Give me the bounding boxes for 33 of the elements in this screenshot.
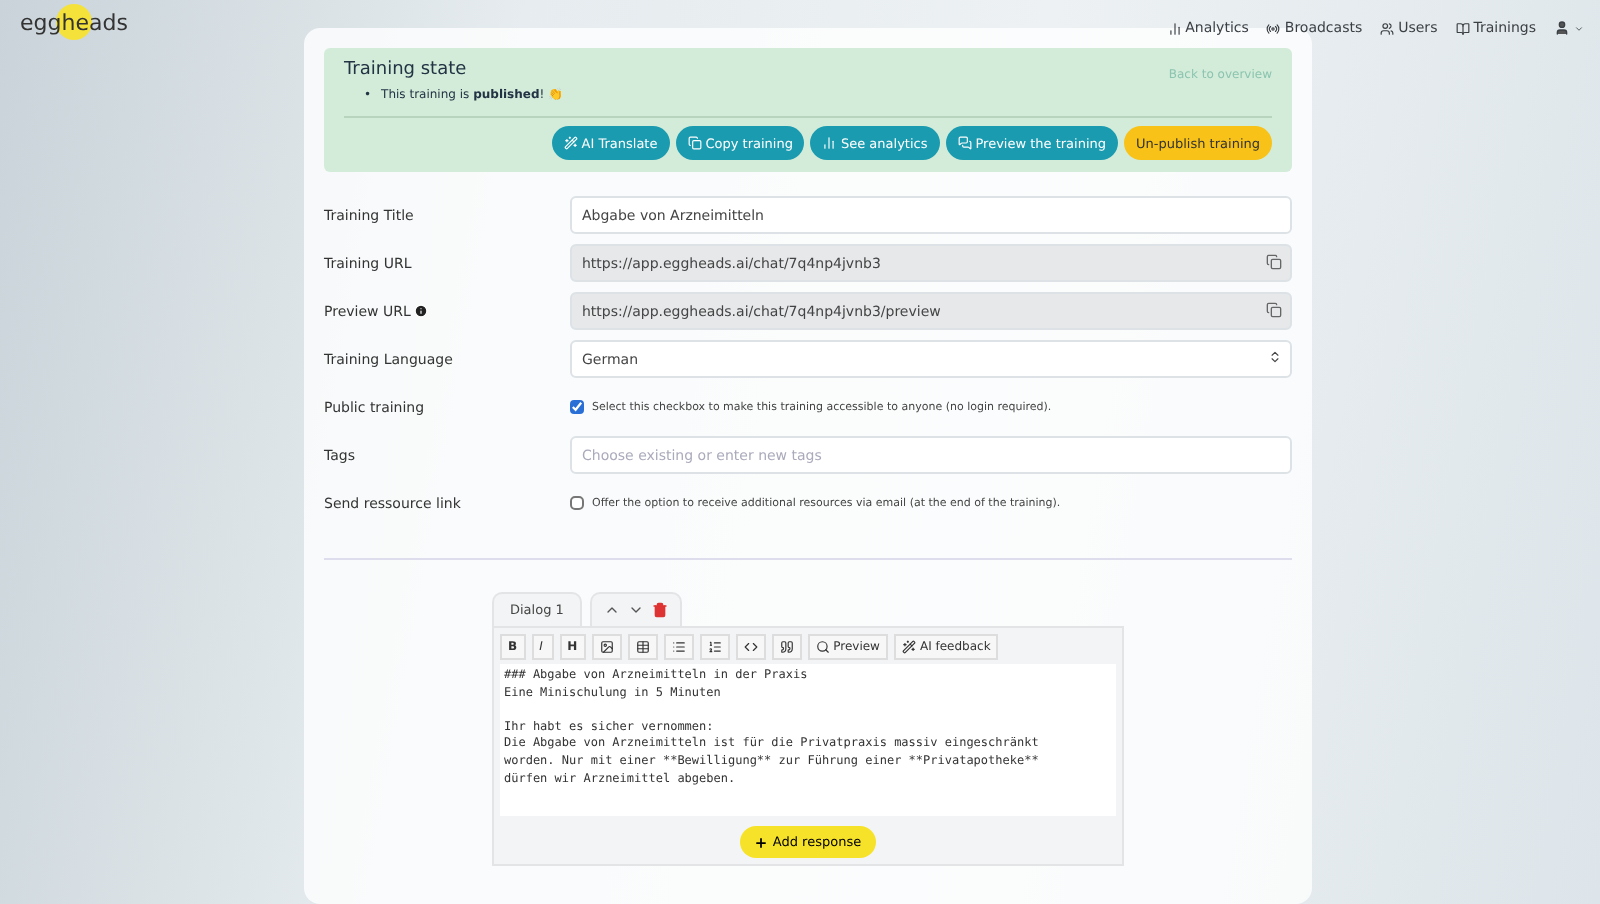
- chart-icon: [822, 136, 837, 150]
- search-icon: [815, 640, 830, 654]
- list-icon: [671, 640, 686, 654]
- copy-icon[interactable]: [1266, 302, 1282, 318]
- table-icon: [635, 640, 650, 654]
- caret-icon: [1268, 350, 1282, 364]
- toolbar-button[interactable]: [735, 634, 766, 660]
- broadcast-icon: [1266, 21, 1281, 35]
- plus-icon: [754, 835, 769, 849]
- checkbox[interactable]: [570, 496, 584, 510]
- toolbar-button[interactable]: [627, 634, 658, 660]
- book-icon: [1455, 21, 1470, 35]
- image-icon: [599, 640, 614, 654]
- trash-icon[interactable]: [651, 602, 668, 618]
- toolbar-button[interactable]: [771, 634, 802, 660]
- wand-icon: [563, 136, 578, 150]
- info-icon[interactable]: [414, 304, 429, 318]
- copy-icon: [687, 136, 702, 150]
- checkbox[interactable]: [570, 400, 584, 414]
- toolbar-button[interactable]: [699, 634, 730, 660]
- toolbar-button[interactable]: [591, 634, 622, 660]
- numbered-list-icon: [707, 640, 722, 654]
- users-icon: [1380, 21, 1395, 35]
- down-icon[interactable]: [627, 602, 644, 618]
- quote-icon: [779, 640, 794, 654]
- chart-icon: [1167, 21, 1182, 35]
- code-icon: [743, 640, 758, 654]
- panel-title: Training state: [344, 60, 467, 80]
- up-icon[interactable]: [603, 602, 620, 618]
- chat-icon: [957, 136, 972, 150]
- copy-icon[interactable]: [1266, 254, 1282, 270]
- wand-icon: [901, 640, 916, 654]
- user-menu-icon[interactable]: [1554, 20, 1584, 36]
